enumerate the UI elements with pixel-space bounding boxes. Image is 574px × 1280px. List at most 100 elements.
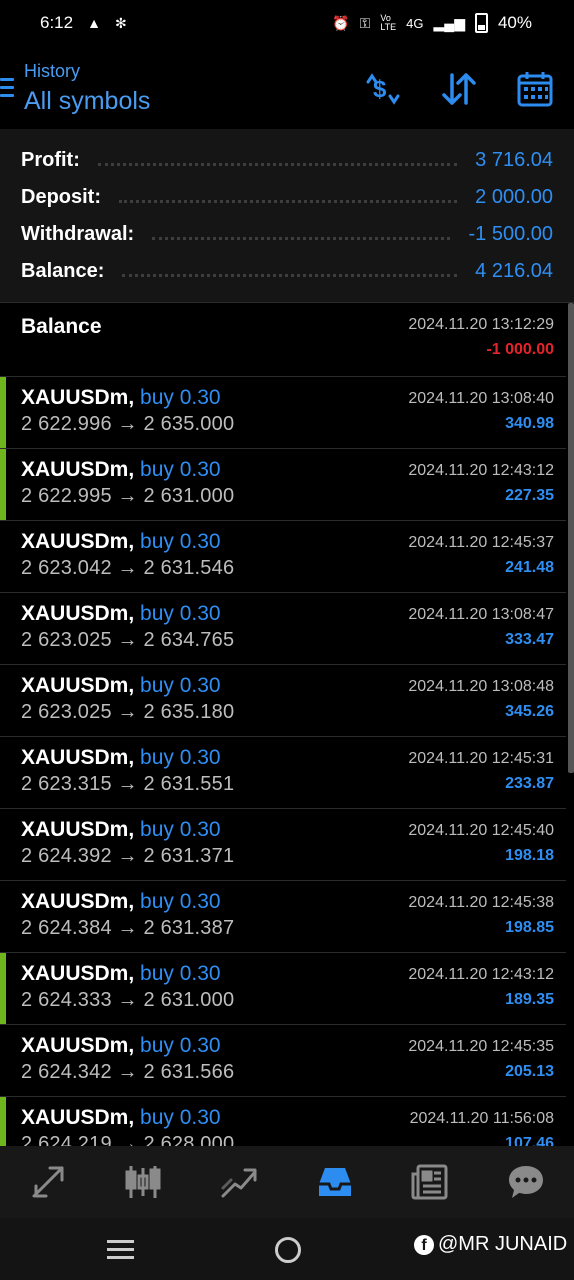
status-time: 6:12 <box>40 13 74 32</box>
menu-icon[interactable] <box>0 78 14 102</box>
profit-value: 3 716.04 <box>475 148 553 171</box>
deal-action: buy 0.30 <box>140 458 221 481</box>
battery-icon <box>474 13 488 33</box>
dollar-sync-icon[interactable]: $ <box>364 70 402 108</box>
network-label: 4G <box>406 15 424 31</box>
deal-row[interactable]: XAUUSDm, buy 0.30 2 624.333 → 2 631.000 20… <box>0 953 566 1025</box>
profit-label: Profit: <box>21 148 80 171</box>
deal-action: buy 0.30 <box>140 818 221 841</box>
deal-action: buy 0.30 <box>140 1106 221 1129</box>
sort-icon[interactable] <box>440 70 478 108</box>
deal-prices: 2 622.996 → 2 635.000 <box>21 413 235 435</box>
header-title[interactable]: All symbols <box>24 87 150 116</box>
deal-symbol-line: XAUUSDm, buy 0.30 <box>21 386 221 410</box>
candlestick-chart-icon[interactable] <box>121 1160 165 1204</box>
deal-symbol-line: XAUUSDm, buy 0.30 <box>21 962 221 986</box>
deal-symbol-line: XAUUSDm, buy 0.30 <box>21 746 221 770</box>
balance-entry-label: Balance <box>21 315 102 338</box>
deal-prices: 2 623.315 → 2 631.551 <box>21 773 235 795</box>
deal-row[interactable]: XAUUSDm, buy 0.30 2 622.996 → 2 635.000 20… <box>0 377 566 449</box>
deal-symbol: XAUUSDm, <box>21 530 135 553</box>
summary-panel: Profit: 3 716.04 Deposit: 2 000.00 Withd… <box>0 129 574 303</box>
deal-row[interactable]: XAUUSDm, buy 0.30 2 623.025 → 2 635.180 20… <box>0 665 566 737</box>
deal-prices: 2 623.042 → 2 631.546 <box>21 557 235 579</box>
bottom-navigation <box>0 1146 574 1218</box>
deal-time: 2024.11.20 12:43:12 <box>408 966 554 983</box>
deal-symbol-line: XAUUSDm, buy 0.30 <box>21 458 221 482</box>
deal-profit: 233.87 <box>505 775 554 792</box>
balance-entry[interactable]: Balance 2024.11.20 13:12:29 -1 000.00 <box>0 303 566 377</box>
deal-time: 2024.11.20 13:08:40 <box>408 390 554 407</box>
battery-percent: 40% <box>497 13 532 32</box>
deal-time: 2024.11.20 12:45:38 <box>408 894 554 911</box>
scrollbar[interactable] <box>568 303 574 773</box>
withdrawal-row: Withdrawal: -1 500.00 <box>21 219 553 249</box>
history-icon[interactable] <box>313 1160 357 1204</box>
deal-profit: 189.35 <box>505 991 554 1008</box>
key-icon: ⚿ <box>359 14 371 31</box>
header-subtitle: History <box>24 61 81 81</box>
deal-symbol: XAUUSDm, <box>21 746 135 769</box>
status-bar: 6:12 ▲ ✻ ⏰ ⚿ Vo LTE 4G ▂▄▆ 40% <box>0 0 574 46</box>
deal-time: 2024.11.20 12:45:37 <box>408 534 554 551</box>
deal-row[interactable]: XAUUSDm, buy 0.30 2 623.042 → 2 631.546 20… <box>0 521 566 593</box>
quotes-icon[interactable] <box>26 1160 70 1204</box>
deal-profit: 340.98 <box>505 415 554 432</box>
deal-action: buy 0.30 <box>140 1034 221 1057</box>
deal-symbol: XAUUSDm, <box>21 890 135 913</box>
deal-prices: 2 622.995 → 2 631.000 <box>21 485 235 507</box>
calendar-icon[interactable] <box>516 70 554 108</box>
deal-row[interactable]: XAUUSDm, buy 0.30 2 624.392 → 2 631.371 20… <box>0 809 566 881</box>
deal-row[interactable]: XAUUSDm, buy 0.30 2 624.342 → 2 631.566 20… <box>0 1025 566 1097</box>
alarm-icon: ⏰ <box>332 14 350 31</box>
deal-symbol-line: XAUUSDm, buy 0.30 <box>21 1034 221 1058</box>
deal-symbol: XAUUSDm, <box>21 458 135 481</box>
balance-row: Balance: 4 216.04 <box>21 256 553 286</box>
deal-time: 2024.11.20 11:56:08 <box>409 1110 554 1127</box>
deposit-row: Deposit: 2 000.00 <box>21 182 553 212</box>
dotted-leader <box>152 236 451 240</box>
dotted-leader <box>119 199 458 203</box>
chat-icon[interactable] <box>504 1160 548 1204</box>
deals-list[interactable]: Balance 2024.11.20 13:12:29 -1 000.00 XA… <box>0 303 566 1146</box>
deal-action: buy 0.30 <box>140 530 221 553</box>
deal-action: buy 0.30 <box>140 746 221 769</box>
deal-prices: 2 623.025 → 2 634.765 <box>21 629 235 651</box>
system-navigation-bar: f @MR JUNAID <box>0 1218 574 1280</box>
deal-action: buy 0.30 <box>140 386 221 409</box>
deal-prices: 2 623.025 → 2 635.180 <box>21 701 235 723</box>
news-icon[interactable] <box>408 1160 452 1204</box>
deal-row[interactable]: XAUUSDm, buy 0.30 2 622.995 → 2 631.000 20… <box>0 449 566 521</box>
deal-prices: 2 624.392 → 2 631.371 <box>21 845 235 867</box>
balance-label: Balance: <box>21 259 105 282</box>
recent-apps-button[interactable] <box>107 1240 134 1264</box>
deal-profit: 241.48 <box>505 559 554 576</box>
watermark: f @MR JUNAID <box>414 1233 567 1256</box>
deal-time: 2024.11.20 13:12:29 <box>408 316 554 333</box>
deal-time: 2024.11.20 13:08:47 <box>408 606 554 623</box>
deal-row[interactable]: XAUUSDm, buy 0.30 2 624.384 → 2 631.387 20… <box>0 881 566 953</box>
deal-row[interactable]: XAUUSDm, buy 0.30 2 623.315 → 2 631.551 20… <box>0 737 566 809</box>
deal-action: buy 0.30 <box>140 890 221 913</box>
dotted-leader <box>97 162 458 166</box>
deal-symbol: XAUUSDm, <box>21 962 135 985</box>
deal-symbol: XAUUSDm, <box>21 1034 135 1057</box>
volte-icon: Vo LTE <box>380 13 397 32</box>
deal-action: buy 0.30 <box>140 674 221 697</box>
deal-symbol: XAUUSDm, <box>21 602 135 625</box>
facebook-icon: f <box>414 1234 434 1255</box>
deal-symbol-line: XAUUSDm, buy 0.30 <box>21 530 221 554</box>
deal-symbol-line: XAUUSDm, buy 0.30 <box>21 674 221 698</box>
home-button[interactable] <box>275 1237 301 1263</box>
warning-icon: ▲ <box>87 15 101 31</box>
signal-icon: ▂▄▆ <box>433 14 465 31</box>
deal-prices: 2 624.333 → 2 631.000 <box>21 989 235 1011</box>
deal-symbol: XAUUSDm, <box>21 386 135 409</box>
deal-row[interactable]: XAUUSDm, buy 0.30 2 624.219 → 2 628.000 20… <box>0 1097 566 1146</box>
watermark-text: @MR JUNAID <box>438 1233 568 1255</box>
withdrawal-label: Withdrawal: <box>21 222 135 245</box>
deposit-value: 2 000.00 <box>475 185 553 208</box>
trade-icon[interactable] <box>217 1160 261 1204</box>
deal-row[interactable]: XAUUSDm, buy 0.30 2 623.025 → 2 634.765 20… <box>0 593 566 665</box>
balance-amount: -1 000.00 <box>486 341 554 358</box>
